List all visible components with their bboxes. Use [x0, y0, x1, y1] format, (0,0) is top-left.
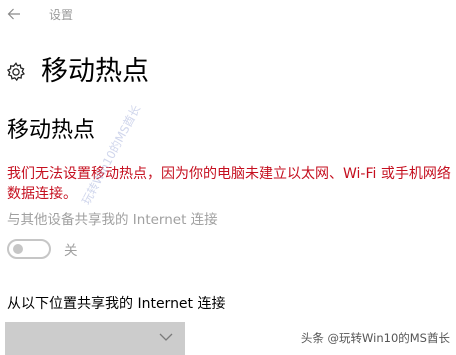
share-toggle-row: 关	[7, 238, 78, 260]
back-button[interactable]	[4, 4, 24, 24]
toggle-knob	[13, 244, 23, 254]
chevron-down-icon	[159, 333, 173, 341]
page-header: 移动热点	[5, 52, 149, 92]
gear-icon	[5, 61, 27, 83]
section-title: 移动热点	[7, 118, 96, 143]
title-bar: 设置	[0, 0, 456, 30]
page-title: 移动热点	[41, 56, 149, 87]
window-title: 设置	[49, 8, 74, 22]
watermark-corner: 头条 @玩转Win10的MS酋长	[300, 331, 450, 345]
back-arrow-icon	[7, 8, 20, 20]
share-connection-label: 与其他设备共享我的 Internet 连接	[7, 212, 218, 228]
share-source-label: 从以下位置共享我的 Internet 连接	[7, 296, 226, 312]
error-message: 我们无法设置移动热点，因为你的电脑未建立以太网、Wi-Fi 或手机网络数据连接。	[7, 166, 451, 202]
share-toggle[interactable]	[7, 239, 51, 259]
share-source-dropdown[interactable]	[5, 322, 185, 355]
toggle-state-label: 关	[64, 243, 78, 259]
